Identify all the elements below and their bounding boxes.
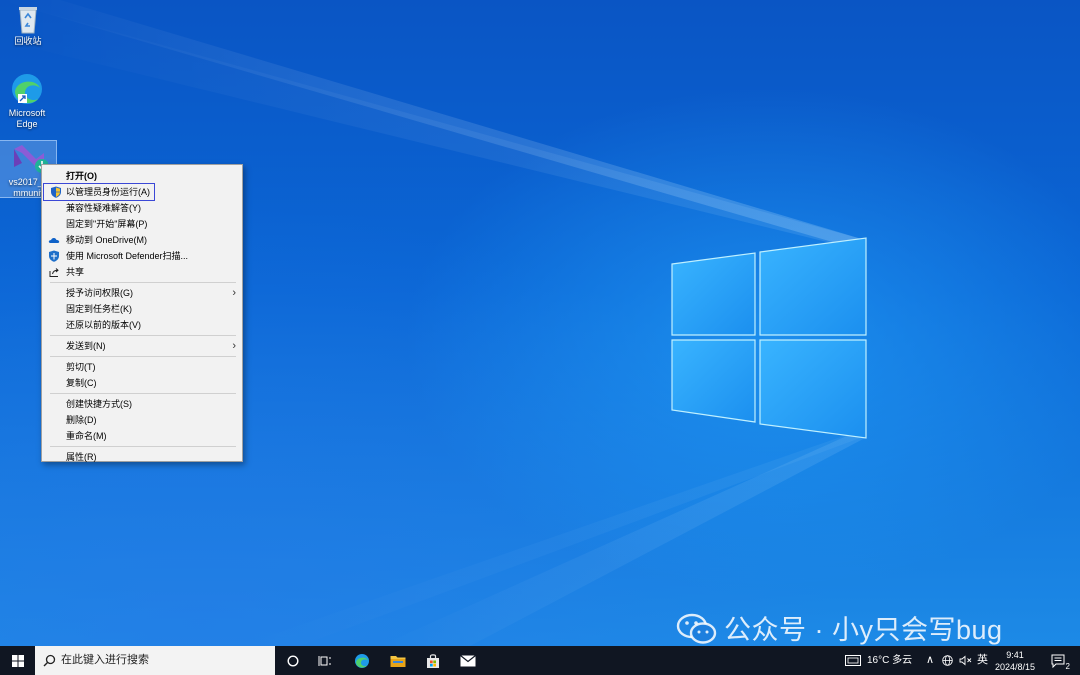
edge-desktop-icon[interactable]: Microsoft Edge (0, 72, 55, 130)
menu-separator (50, 393, 236, 394)
clock-date: 2024/8/15 (994, 662, 1036, 672)
weather-widget-icon[interactable] (845, 655, 861, 666)
uac-shield-icon (51, 186, 61, 198)
chevron-up-icon[interactable]: ∧ (926, 646, 934, 675)
taskbar-clock[interactable]: 9:41 2024/8/15 (992, 649, 1038, 673)
windows-start-icon (11, 654, 24, 667)
edge-icon (355, 653, 369, 668)
menu-item-label: 重命名(M) (66, 431, 107, 441)
task-view-button[interactable] (312, 646, 338, 675)
menu-item-properties[interactable]: 属性(R) (42, 449, 242, 465)
menu-item-label: 复制(C) (66, 378, 97, 388)
menu-item-run-as-admin[interactable]: 以管理员身份运行(A) (43, 183, 155, 201)
notification-count: 2 (1065, 662, 1070, 671)
cortana-button[interactable] (280, 646, 306, 675)
menu-separator (50, 335, 236, 336)
notification-center-button[interactable]: 2 (1046, 646, 1072, 675)
menu-item-label: 属性(R) (66, 452, 97, 462)
chevron-right-icon: › (232, 287, 236, 299)
edge-label-line2: Edge (16, 119, 38, 129)
menu-item-rename[interactable]: 重命名(M) (42, 428, 242, 444)
menu-item-give-access[interactable]: 授予访问权限(G) › (42, 285, 242, 301)
menu-item-compatibility[interactable]: 兼容性疑难解答(Y) (42, 200, 242, 216)
desktop: 回收站 Microsoft Edge vs2017_c mmunit 打开(O) (0, 0, 1080, 646)
menu-item-defender-scan[interactable]: 使用 Microsoft Defender扫描... (42, 248, 242, 264)
menu-item-label: 删除(D) (66, 415, 97, 425)
wechat-logo-icon (676, 613, 717, 644)
folder-icon (390, 655, 406, 667)
taskbar-edge-button[interactable] (348, 646, 376, 675)
share-icon (49, 268, 59, 277)
mail-icon (460, 654, 476, 666)
menu-item-label: 使用 Microsoft Defender扫描... (66, 251, 189, 261)
menu-item-cut[interactable]: 剪切(T) (42, 359, 242, 375)
menu-item-label: 授予访问权限(G) (66, 288, 133, 298)
edge-icon (12, 74, 42, 104)
menu-item-pin-to-start[interactable]: 固定到"开始"屏幕(P) (42, 216, 242, 232)
search-icon (43, 654, 56, 667)
menu-item-send-to[interactable]: 发送到(N) › (42, 338, 242, 354)
chevron-right-icon: › (232, 340, 236, 352)
recycle-bin-icon (19, 7, 37, 34)
menu-item-move-to-onedrive[interactable]: 移动到 OneDrive(M) (42, 232, 242, 248)
menu-item-label: 创建快捷方式(S) (66, 399, 132, 409)
menu-item-label: 还原以前的版本(V) (66, 320, 141, 330)
menu-item-restore-previous[interactable]: 还原以前的版本(V) (42, 317, 242, 333)
windows-logo (671, 237, 867, 439)
volume-muted-icon[interactable] (959, 655, 973, 666)
watermark: 公众号 · 小y只会写bug (676, 613, 1003, 646)
menu-item-label: 固定到任务栏(K) (66, 304, 132, 314)
menu-item-delete[interactable]: 删除(D) (42, 412, 242, 428)
recycle-bin-label: 回收站 (14, 36, 42, 46)
context-menu: 打开(O) 以管理员身份运行(A) 兼容性疑难解答(Y) 固定到"开始"屏幕(P… (41, 164, 243, 462)
menu-item-share[interactable]: 共享 (42, 264, 242, 280)
menu-item-label: 移动到 OneDrive(M) (66, 235, 148, 245)
vs2017-label-line2: mmunit (13, 188, 43, 198)
menu-separator (50, 282, 236, 283)
menu-separator (50, 446, 236, 447)
input-method-indicator[interactable]: 英 (977, 646, 988, 675)
menu-item-copy[interactable]: 复制(C) (42, 375, 242, 391)
menu-item-label: 以管理员身份运行(A) (66, 187, 150, 197)
menu-item-label: 固定到"开始"屏幕(P) (66, 219, 148, 229)
menu-item-label: 打开(O) (66, 171, 97, 181)
menu-item-label: 共享 (66, 267, 85, 277)
menu-item-label: 发送到(N) (66, 341, 106, 351)
menu-separator (50, 356, 236, 357)
task-view-icon (318, 655, 331, 666)
taskbar-store-button[interactable] (419, 646, 447, 675)
taskbar-file-explorer-button[interactable] (384, 646, 412, 675)
menu-item-create-shortcut[interactable]: 创建快捷方式(S) (42, 396, 242, 412)
start-button[interactable] (0, 646, 35, 675)
menu-item-pin-to-taskbar[interactable]: 固定到任务栏(K) (42, 301, 242, 317)
search-placeholder: 在此键入进行搜索 (61, 654, 149, 666)
network-globe-icon[interactable] (942, 655, 953, 666)
watermark-text: 公众号 · 小y只会写bug (724, 615, 1003, 645)
defender-shield-icon (49, 250, 59, 262)
store-bag-icon (427, 653, 439, 668)
onedrive-icon (48, 237, 60, 243)
edge-label-line1: Microsoft (8, 108, 46, 118)
weather-text[interactable]: 16°C 多云 (867, 646, 912, 675)
taskbar: 在此键入进行搜索 16°C 多云 ∧ 英 9:41 2024/8/15 2 (0, 646, 1080, 675)
menu-item-open[interactable]: 打开(O) (42, 168, 242, 184)
cortana-circle-icon (287, 654, 299, 667)
recycle-bin-desktop-icon[interactable]: 回收站 (0, 4, 56, 47)
taskbar-mail-button[interactable] (454, 646, 482, 675)
clock-time: 9:41 (1006, 650, 1024, 660)
taskbar-search-box[interactable]: 在此键入进行搜索 (35, 646, 275, 675)
menu-item-label: 兼容性疑难解答(Y) (66, 203, 141, 213)
menu-item-label: 剪切(T) (66, 362, 96, 372)
